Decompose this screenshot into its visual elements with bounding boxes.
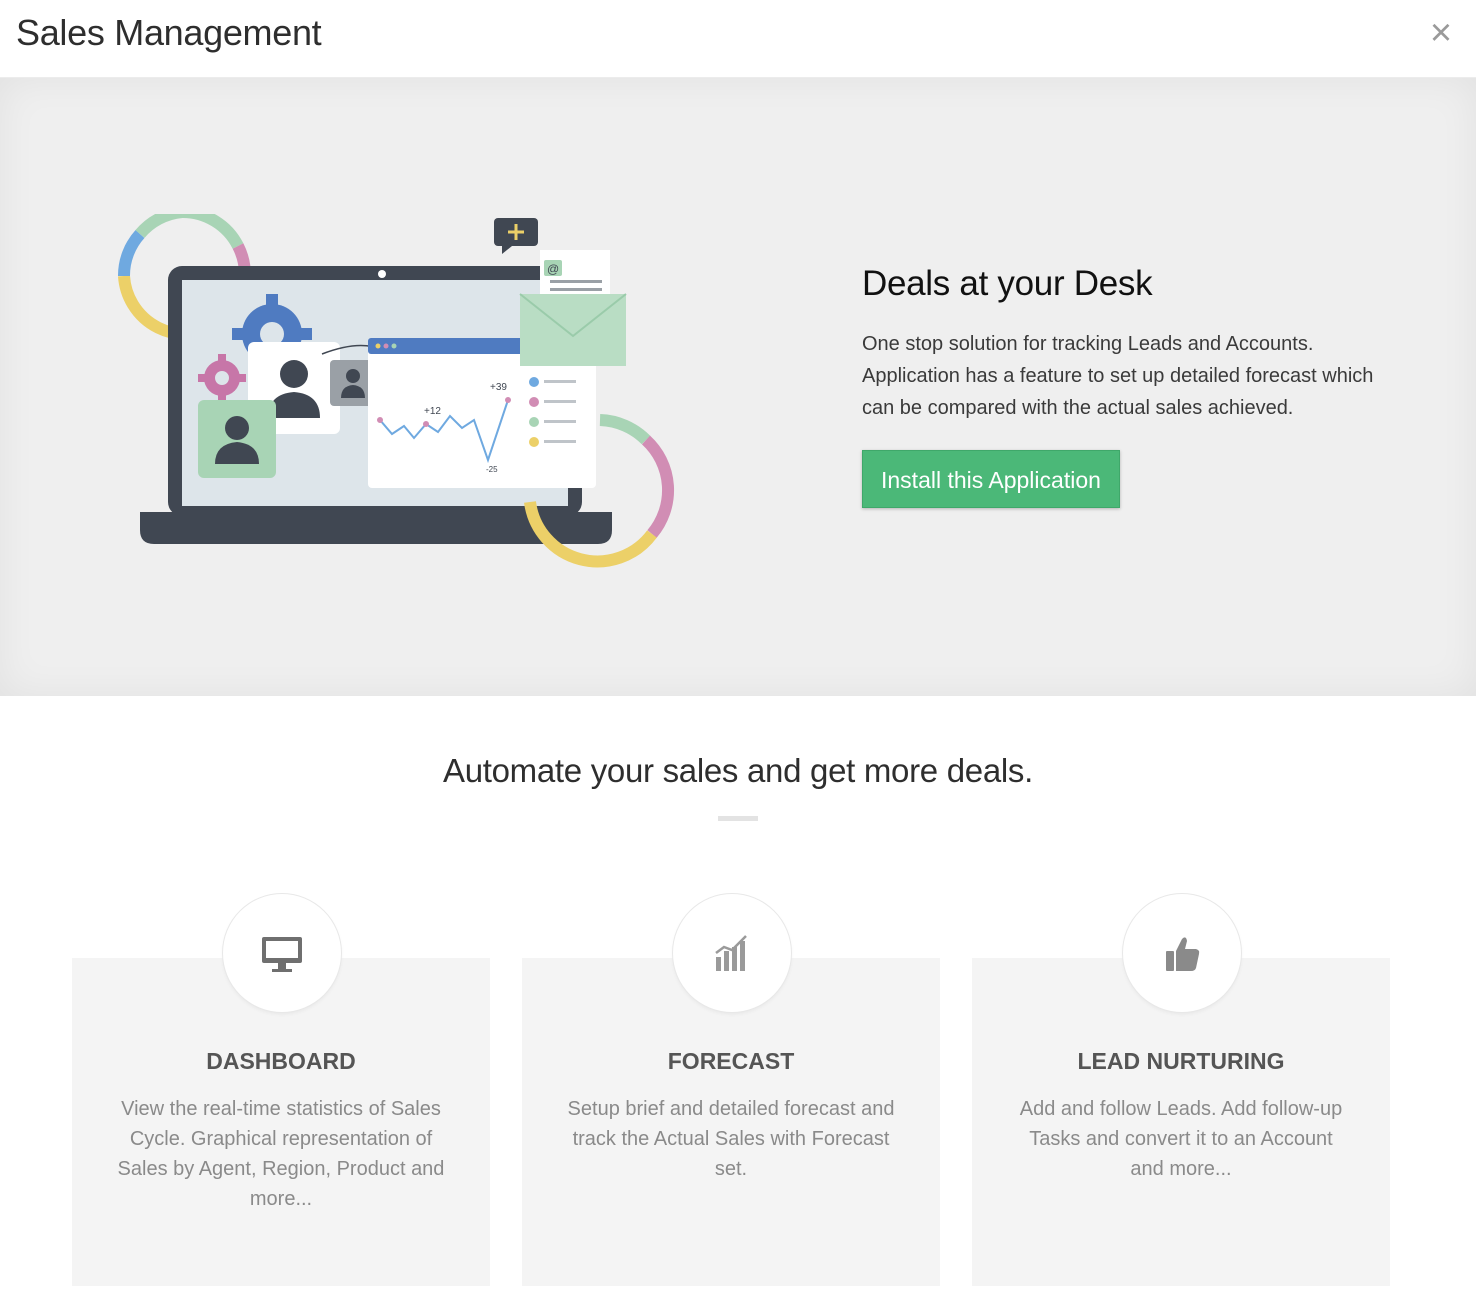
feature-desc-forecast: Setup brief and detailed forecast and tr… — [567, 1098, 895, 1180]
svg-text:@: @ — [547, 262, 559, 276]
chart-label-minus25: -25 — [486, 465, 498, 474]
hero-text: Deals at your Desk One stop solution for… — [862, 264, 1422, 508]
feature-desc-lead-nurturing: Add and follow Leads. Add follow-up Task… — [1019, 1098, 1343, 1180]
feature-icon-circle — [673, 894, 791, 1012]
hero-title: Deals at your Desk — [862, 264, 1153, 303]
feature-title-forecast: FORECAST — [667, 1048, 795, 1074]
feature-icon-circle — [223, 894, 341, 1012]
monitor-icon — [262, 937, 302, 972]
close-icon[interactable]: × — [1426, 14, 1456, 52]
user-avatar-green-icon — [198, 400, 276, 478]
chat-bubble-plus-icon — [494, 218, 538, 254]
chart-label-plus12: +12 — [424, 406, 441, 417]
feature-title-dashboard: DASHBOARD — [206, 1048, 356, 1074]
tagline: Automate your sales and get more deals. — [443, 752, 1033, 789]
bar-chart-icon — [715, 935, 747, 971]
sales-illustration: +39 +12 -25 @ — [117, 214, 675, 568]
thumbs-up-icon — [1166, 937, 1200, 971]
hero-section: +39 +12 -25 @ Deals at your Desk One sto… — [0, 78, 1476, 696]
hero-description: One stop solution for tracking Leads and… — [862, 333, 1374, 419]
feature-title-lead-nurturing: LEAD NURTURING — [1077, 1048, 1285, 1074]
install-application-button[interactable]: Install this Application — [862, 450, 1120, 508]
chart-label-plus39: +39 — [490, 382, 507, 393]
divider — [718, 816, 758, 821]
feature-desc-dashboard: View the real-time statistics of Sales C… — [117, 1098, 445, 1210]
modal-title: Sales Management — [16, 12, 322, 53]
modal-header: Sales Management × — [0, 0, 1476, 78]
feature-icon-circle — [1123, 894, 1241, 1012]
